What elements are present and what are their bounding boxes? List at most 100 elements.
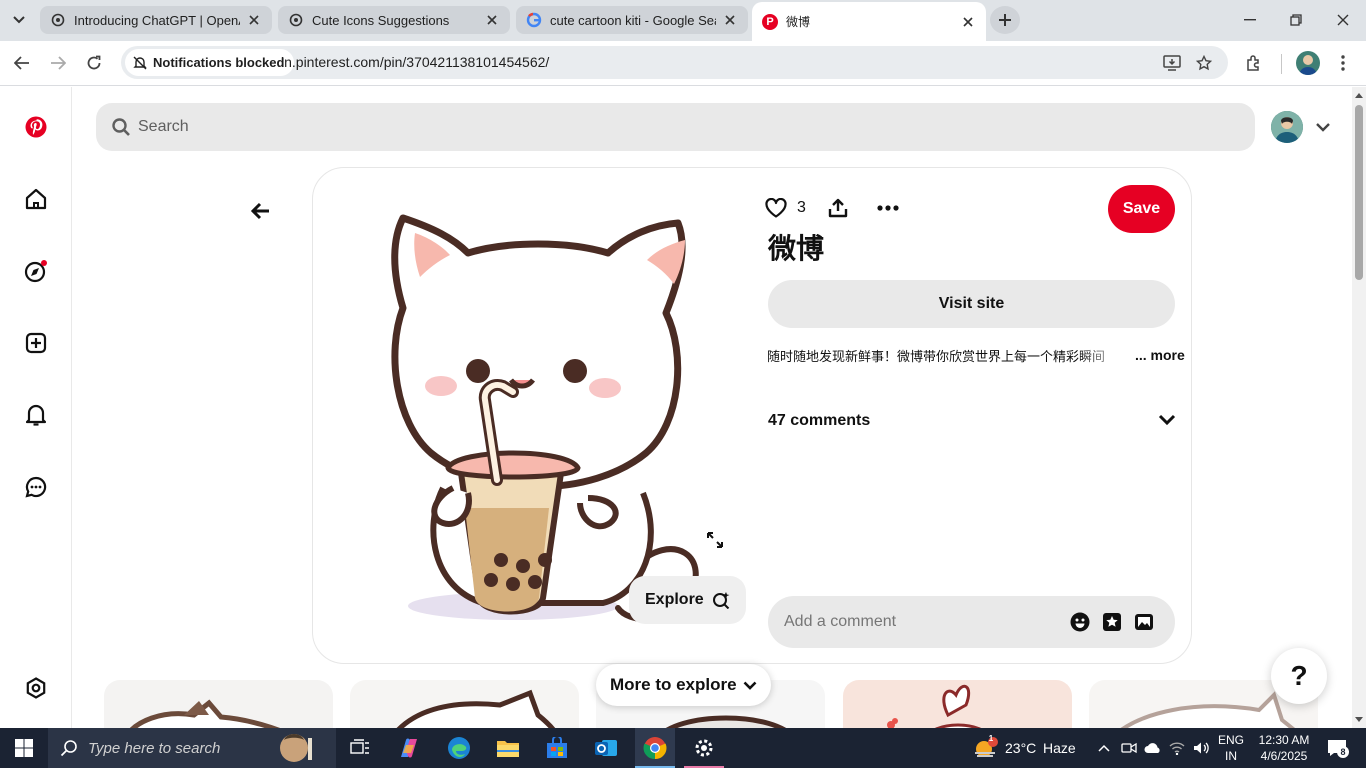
reload-icon[interactable] [82, 51, 106, 75]
browser-menu-icon[interactable] [1331, 51, 1355, 75]
description-more-link[interactable]: ... more [1135, 347, 1185, 363]
back-to-feed-button[interactable] [244, 195, 276, 227]
clock-date: 4/6/2025 [1260, 749, 1308, 763]
minimize-icon[interactable] [1238, 8, 1262, 32]
forward-arrow-icon[interactable] [46, 51, 70, 75]
more-to-explore-button[interactable]: More to explore [596, 664, 771, 706]
url-text[interactable]: in.pinterest.com/pin/370421138101454562/ [281, 54, 549, 70]
tab-google-search[interactable]: cute cartoon kiti - Google Search [516, 6, 748, 34]
close-window-icon[interactable] [1331, 8, 1355, 32]
related-pin-thumbnail[interactable] [104, 680, 333, 728]
explore-label: Explore [645, 591, 704, 608]
related-pin-thumbnail[interactable] [350, 680, 579, 728]
save-pin-button[interactable]: Save [1108, 185, 1175, 233]
comments-count[interactable]: 47 comments [768, 412, 870, 430]
tab-weibo-pinterest[interactable]: P 微博 [752, 2, 986, 41]
bookmark-star-icon[interactable] [1194, 53, 1214, 73]
home-icon[interactable] [20, 183, 52, 215]
tab-cute-icons[interactable]: Cute Icons Suggestions [278, 6, 510, 34]
pin-title: 微博 [768, 232, 825, 265]
search-input[interactable] [138, 118, 938, 136]
account-menu-chevron-icon[interactable] [1313, 117, 1333, 137]
back-arrow-icon[interactable] [10, 51, 34, 75]
image-upload-icon[interactable] [1133, 611, 1155, 633]
volume-speaker-icon[interactable] [1190, 728, 1212, 768]
openai-icon [50, 12, 66, 28]
related-pin-thumbnail[interactable] [843, 680, 1072, 728]
scrollbar-thumb[interactable] [1355, 105, 1363, 280]
page-scrollbar[interactable] [1352, 87, 1366, 728]
task-view-icon[interactable] [340, 728, 380, 768]
messages-chat-icon[interactable] [20, 471, 52, 503]
help-button[interactable]: ? [1271, 648, 1327, 704]
expand-image-icon[interactable] [703, 528, 727, 552]
notifications-blocked-chip[interactable]: Notifications blocked [125, 49, 295, 76]
explore-compass-icon[interactable] [20, 255, 52, 287]
share-button[interactable] [828, 192, 848, 224]
language-code: ENG [1217, 733, 1244, 747]
comment-input[interactable] [784, 613, 1044, 631]
network-wifi-icon[interactable] [1166, 728, 1188, 768]
file-explorer-icon[interactable] [488, 728, 528, 768]
tab-chatgpt[interactable]: Introducing ChatGPT | OpenAI [40, 6, 272, 34]
address-bar[interactable]: Notifications blocked in.pinterest.com/p… [121, 46, 1228, 79]
extensions-puzzle-icon[interactable] [1242, 51, 1266, 75]
pinterest-logo-icon[interactable] [20, 111, 52, 143]
bell-off-icon [133, 56, 147, 69]
close-tab-icon[interactable] [246, 12, 262, 28]
microsoft-store-icon[interactable] [537, 728, 577, 768]
close-tab-icon[interactable] [960, 14, 976, 30]
pin-image-cat-boba[interactable] [333, 188, 753, 628]
comments-expand-chevron-icon[interactable] [1155, 408, 1179, 432]
chrome-icon[interactable] [635, 728, 675, 768]
taskbar-search-box[interactable]: Type here to search [48, 728, 336, 768]
copilot-icon[interactable] [389, 728, 429, 768]
search-bar[interactable] [96, 103, 1255, 151]
edge-browser-icon[interactable] [439, 728, 479, 768]
settings-gear-icon[interactable] [684, 728, 724, 768]
left-nav-sidebar [0, 87, 72, 728]
close-tab-icon[interactable] [484, 12, 500, 28]
search-icon [60, 740, 77, 757]
install-app-icon[interactable] [1162, 53, 1182, 73]
input-language-indicator[interactable]: ENG IN [1216, 732, 1246, 764]
clock-time: 12:30 AM [1258, 733, 1310, 747]
weather-temperature[interactable]: 23°C [1005, 740, 1036, 756]
account-avatar[interactable] [1271, 111, 1303, 143]
meet-camera-icon[interactable] [1118, 728, 1140, 768]
browser-profile-avatar[interactable] [1296, 51, 1320, 75]
clock[interactable]: 12:30 AM 4/6/2025 [1254, 732, 1314, 764]
tab-title: Introducing ChatGPT | OpenAI [74, 12, 240, 28]
tab-title: 微博 [786, 15, 811, 29]
tab-search-chevron-icon[interactable] [8, 10, 30, 30]
outlook-icon[interactable] [586, 728, 626, 768]
search-icon [112, 118, 130, 136]
create-plus-icon[interactable] [20, 327, 52, 359]
emoji-icon[interactable] [1069, 611, 1091, 633]
close-tab-icon[interactable] [722, 12, 738, 28]
onedrive-cloud-icon[interactable] [1142, 728, 1164, 768]
restore-icon[interactable] [1284, 8, 1308, 32]
notification-count-badge: 8 [1337, 746, 1349, 758]
weather-icon[interactable]: 1 [970, 728, 1000, 768]
pin-card: Explore 3 Save 微博 Visit site 随时随地发现新鲜事！微… [312, 167, 1192, 664]
notifications-bell-icon[interactable] [20, 399, 52, 431]
weather-alert-badge: 1 [988, 734, 994, 743]
notification-center-icon[interactable]: 8 [1320, 728, 1354, 768]
scroll-up-icon[interactable] [1354, 90, 1364, 100]
explore-visual-search-button[interactable]: Explore [629, 576, 746, 624]
settings-gear-icon[interactable] [20, 672, 52, 704]
toolbar-divider [1281, 54, 1282, 74]
weather-description[interactable]: Haze [1043, 740, 1076, 756]
browser-tab-strip: Introducing ChatGPT | OpenAI Cute Icons … [0, 0, 1366, 41]
sticker-icon[interactable] [1101, 611, 1123, 633]
scroll-down-icon[interactable] [1354, 714, 1364, 724]
more-options-button[interactable] [877, 192, 899, 224]
taskbar-search-placeholder: Type here to search [88, 739, 221, 757]
show-hidden-icons-chevron-icon[interactable] [1094, 728, 1114, 768]
windows-start-icon[interactable] [0, 728, 48, 768]
like-button[interactable]: 3 [765, 192, 806, 224]
comment-box[interactable] [768, 596, 1175, 648]
visit-site-button[interactable]: Visit site [768, 280, 1175, 328]
new-tab-button[interactable] [990, 6, 1020, 34]
